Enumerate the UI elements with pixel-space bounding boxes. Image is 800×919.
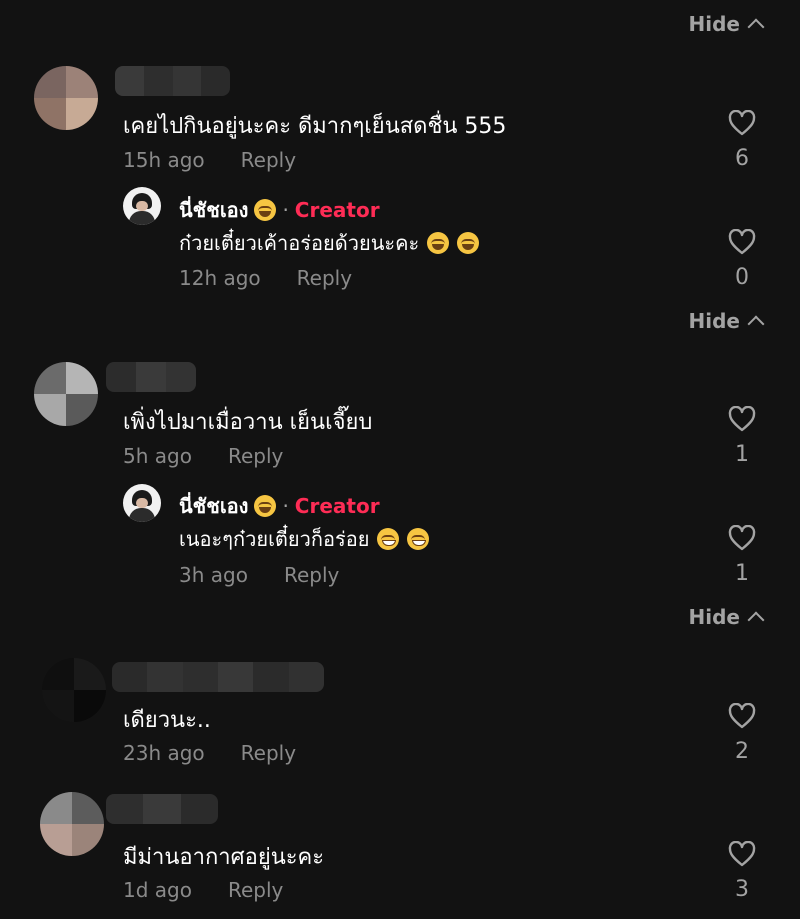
like-count: 3 <box>735 877 749 902</box>
laughing-emoji-icon <box>254 495 277 517</box>
like-control: 2 <box>722 703 762 764</box>
comment-time: 1d ago <box>123 878 192 902</box>
avatar[interactable] <box>42 658 106 722</box>
chevron-up-icon <box>747 611 765 629</box>
creator-name[interactable]: นี่ชัชเอง <box>179 194 248 226</box>
chevron-up-icon <box>747 315 765 333</box>
reply-meta: 3h ago Reply <box>179 563 339 587</box>
username-blurred[interactable] <box>112 662 324 692</box>
like-count: 6 <box>735 146 749 171</box>
comment-meta: 5h ago Reply <box>123 444 283 468</box>
grinning-emoji-icon <box>377 528 400 550</box>
avatar[interactable] <box>34 66 98 130</box>
creator-avatar[interactable] <box>123 484 161 522</box>
like-count: 0 <box>735 265 749 290</box>
laughing-emoji-icon <box>457 232 480 254</box>
reply-button[interactable]: Reply <box>241 741 296 765</box>
comment-time: 15h ago <box>123 148 205 172</box>
username-blurred[interactable] <box>106 794 218 824</box>
hide-label: Hide <box>688 309 740 333</box>
heart-icon[interactable] <box>728 703 756 729</box>
grinning-emoji-icon <box>407 528 430 550</box>
heart-icon[interactable] <box>728 525 756 551</box>
hide-replies-button[interactable]: Hide <box>688 12 765 36</box>
reply-time: 3h ago <box>179 563 248 587</box>
like-count: 1 <box>735 442 749 467</box>
separator-dot: · <box>282 198 289 222</box>
heart-icon[interactable] <box>728 229 756 255</box>
hide-replies-button[interactable]: Hide <box>688 309 765 333</box>
reply-text-row: ก๋วยเตี๋ยวเค้าอร่อยด้วยนะคะ <box>179 227 480 259</box>
chevron-up-icon <box>747 18 765 36</box>
avatar[interactable] <box>34 362 98 426</box>
reply-author: นี่ชัชเอง · Creator <box>179 194 380 226</box>
hide-label: Hide <box>688 12 740 36</box>
reply-button[interactable]: Reply <box>228 878 283 902</box>
username-blurred[interactable] <box>106 362 196 392</box>
like-control: 1 <box>722 525 762 586</box>
laughing-emoji-icon <box>427 232 450 254</box>
like-count: 2 <box>735 739 749 764</box>
comment-text: มีม่านอากาศอยู่นะคะ <box>123 845 325 870</box>
heart-icon[interactable] <box>728 110 756 136</box>
like-count: 1 <box>735 561 749 586</box>
like-control: 6 <box>722 110 762 171</box>
heart-icon[interactable] <box>728 406 756 432</box>
reply-button[interactable]: Reply <box>228 444 283 468</box>
comment-meta: 1d ago Reply <box>123 878 283 902</box>
separator-dot: · <box>282 494 289 518</box>
comment-meta: 23h ago Reply <box>123 741 296 765</box>
heart-icon[interactable] <box>728 841 756 867</box>
creator-name[interactable]: นี่ชัชเอง <box>179 490 248 522</box>
hide-label: Hide <box>688 605 740 629</box>
reply-text-row: เนอะๆก๋วยเตี๋ยวก็อร่อย <box>179 523 430 555</box>
hide-replies-button[interactable]: Hide <box>688 605 765 629</box>
like-control: 1 <box>722 406 762 467</box>
comment-text: เคยไปกินอยู่นะคะ ดีมากๆเย็นสดชื่น 555 <box>123 114 507 139</box>
reply-button[interactable]: Reply <box>284 563 339 587</box>
reply-button[interactable]: Reply <box>241 148 296 172</box>
creator-badge: Creator <box>294 494 380 518</box>
reply-button[interactable]: Reply <box>297 266 352 290</box>
reply-text: ก๋วยเตี๋ยวเค้าอร่อยด้วยนะคะ <box>179 231 420 255</box>
creator-badge: Creator <box>294 198 380 222</box>
reply-time: 12h ago <box>179 266 261 290</box>
like-control: 3 <box>722 841 762 902</box>
comment-meta: 15h ago Reply <box>123 148 296 172</box>
comment-text: เดียวนะ.. <box>123 708 211 733</box>
reply-author: นี่ชัชเอง · Creator <box>179 490 380 522</box>
comment-time: 23h ago <box>123 741 205 765</box>
comment-time: 5h ago <box>123 444 192 468</box>
comment-text: เพิ่งไปมาเมื่อวาน เย็นเจี๊ยบ <box>123 410 373 435</box>
avatar[interactable] <box>40 792 104 856</box>
reply-text: เนอะๆก๋วยเตี๋ยวก็อร่อย <box>179 527 370 551</box>
like-control: 0 <box>722 229 762 290</box>
username-blurred[interactable] <box>115 66 230 96</box>
reply-meta: 12h ago Reply <box>179 266 352 290</box>
creator-avatar[interactable] <box>123 187 161 225</box>
laughing-emoji-icon <box>254 199 277 221</box>
